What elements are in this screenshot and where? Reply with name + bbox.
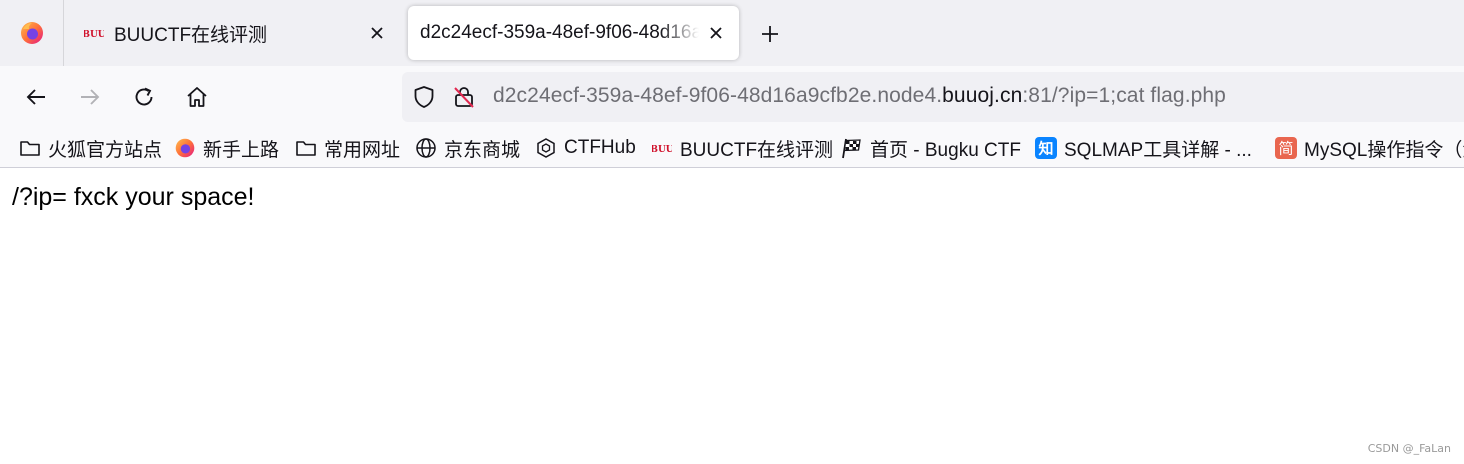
svg-text:简: 简 (1278, 140, 1293, 158)
reload-button[interactable] (125, 78, 163, 116)
bookmark-label: SQLMAP工具详解 - ... (1064, 139, 1252, 161)
tab-active[interactable]: d2c24ecf-359a-48ef-9f06-48d16a9cfb2e.nod… (408, 6, 739, 60)
plus-icon (762, 26, 778, 42)
page-content: /?ip= fxck your space! CSDN @_FaLan (0, 169, 1464, 464)
page-output-text: /?ip= fxck your space! (12, 183, 255, 211)
bookmark-label: 京东商城 (444, 139, 521, 161)
new-tab-button[interactable] (752, 16, 788, 52)
insecure-lock-icon[interactable] (450, 83, 478, 111)
bookmark-label: BUUCTF在线评测 (680, 139, 834, 161)
bookmark-buuctf[interactable]: BUU BUUCTF在线评测 (650, 133, 833, 163)
bookmark-label: 新手上路 (203, 139, 280, 161)
bookmark-jd[interactable]: 京东商城 (414, 133, 520, 163)
bookmark-folder-firefox-sites[interactable]: 火狐官方站点 (18, 133, 162, 163)
bookmark-getting-started[interactable]: 新手上路 (173, 133, 279, 163)
url-suffix: :81/?ip=1;cat flag.php (1022, 84, 1226, 107)
firefox-view-button[interactable] (0, 0, 64, 66)
forward-button[interactable] (71, 78, 109, 116)
bookmark-label: 首页 - Bugku CTF (870, 139, 1021, 161)
zhihu-icon: 知 (1034, 136, 1058, 160)
url-prefix: d2c24ecf-359a-48ef-9f06-48d16a9cfb2e.nod… (493, 84, 943, 107)
bookmark-ctfhub[interactable]: CTFHub (534, 133, 636, 163)
bookmark-label: MySQL操作指令（游 (1304, 139, 1464, 161)
shield-icon[interactable] (410, 83, 438, 111)
folder-icon (18, 136, 42, 160)
buuctf-icon: BUU (650, 136, 674, 160)
back-button[interactable] (17, 78, 55, 116)
folder-icon (294, 136, 318, 160)
arrow-right-icon (81, 89, 100, 105)
url-bar[interactable]: d2c24ecf-359a-48ef-9f06-48d16a9cfb2e.nod… (402, 72, 1464, 122)
tab-title: d2c24ecf-359a-48ef-9f06-48d16a9cfb2e.nod… (420, 22, 699, 43)
watermark: CSDN @_FaLan (1367, 442, 1451, 455)
bookmark-mysql[interactable]: 简 MySQL操作指令（游 (1274, 133, 1464, 163)
bookmark-label: CTFHub (564, 137, 636, 158)
svg-text:知: 知 (1038, 140, 1053, 158)
firefox-icon (173, 136, 197, 160)
bookmark-folder-common-sites[interactable]: 常用网址 (294, 133, 400, 163)
url-text[interactable]: d2c24ecf-359a-48ef-9f06-48d16a9cfb2e.nod… (493, 84, 1226, 108)
checkered-flag-icon (840, 136, 864, 160)
tab-bar: BUU BUUCTF在线评测 d2c24ecf-359a-48ef-9f06-4… (0, 0, 1464, 66)
svg-text:BUU: BUU (652, 145, 672, 155)
home-icon (187, 87, 207, 107)
bookmark-sqlmap[interactable]: 知 SQLMAP工具详解 - ... (1034, 133, 1252, 163)
tab-buuctf[interactable]: BUU BUUCTF在线评测 (70, 6, 400, 60)
home-button[interactable] (178, 78, 216, 116)
nav-bar: d2c24ecf-359a-48ef-9f06-48d16a9cfb2e.nod… (0, 66, 1464, 128)
bookmarks-toolbar: 火狐官方站点 新手上路 常用网址 京东商城 CTFHub BUU BUUCTF在… (0, 128, 1464, 168)
close-tab-icon[interactable] (699, 16, 733, 50)
firefox-icon (20, 22, 43, 44)
jianshu-icon: 简 (1274, 136, 1298, 160)
close-tab-icon[interactable] (360, 16, 394, 50)
bookmark-bugku[interactable]: 首页 - Bugku CTF (840, 133, 1021, 163)
reload-icon (135, 87, 153, 106)
globe-icon (414, 136, 438, 160)
ctfhub-icon (534, 136, 558, 160)
bookmark-label: 火狐官方站点 (48, 139, 163, 161)
buuctf-icon: BUU (84, 23, 104, 43)
bookmark-label: 常用网址 (324, 139, 401, 161)
svg-text:BUU: BUU (84, 30, 104, 40)
arrow-left-icon (26, 89, 45, 105)
tab-title: BUUCTF在线评测 (114, 24, 268, 46)
url-domain: buuoj.cn (942, 84, 1023, 107)
